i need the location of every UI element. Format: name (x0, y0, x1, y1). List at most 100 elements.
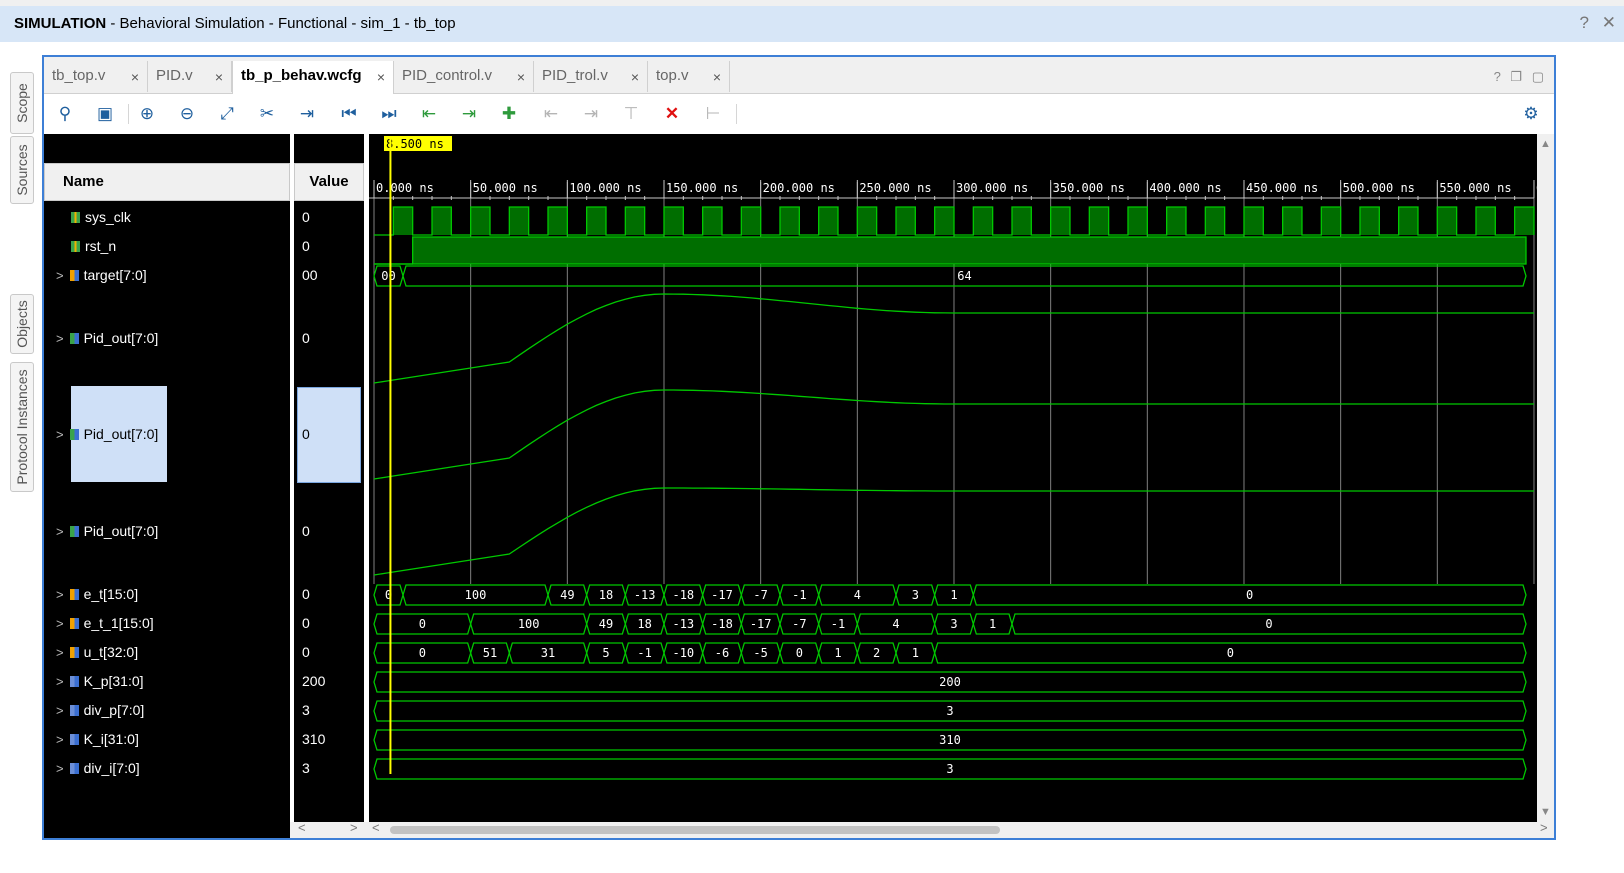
time-tick-label: 300.000 ns (956, 181, 1028, 195)
bit-signal-icon (71, 212, 80, 223)
side-tab-scope[interactable]: Scope (10, 72, 34, 134)
expand-chevron-icon[interactable]: > (56, 645, 64, 660)
waveform-canvas[interactable]: 0.000 ns 50.000 ns 100.000 ns 150.000 ns 200… (369, 134, 1543, 822)
expand-chevron-icon[interactable]: > (56, 587, 64, 602)
target-value-label: 00 (381, 269, 395, 283)
side-tab-objects[interactable]: Objects (10, 294, 34, 354)
scroll-left-icon[interactable]: < (298, 820, 306, 835)
go-to-time-zero-icon[interactable]: ⇥ (294, 102, 320, 126)
restore-icon[interactable]: ❐ (1510, 69, 1522, 84)
name-column-header[interactable]: Name (44, 163, 290, 201)
signal-value: 200 (302, 673, 326, 689)
close-tab-icon[interactable]: × (517, 69, 525, 85)
signal-row[interactable]: sys_clk (71, 209, 131, 225)
signal-value: 00 (302, 267, 318, 283)
window-title-bar: SIMULATION - Behavioral Simulation - Fun… (0, 0, 1624, 42)
expand-chevron-icon[interactable]: > (56, 761, 64, 776)
signal-row[interactable]: > div_i[7:0] (56, 760, 140, 776)
tab-top[interactable]: top.v × (648, 61, 730, 92)
tab-pid[interactable]: PID.v × (148, 61, 232, 92)
expand-chevron-icon[interactable]: > (56, 268, 64, 283)
go-to-last-icon[interactable]: ⏭ (376, 102, 402, 126)
signal-row[interactable]: rst_n (71, 238, 116, 254)
e-t-1-value-label: -1 (831, 617, 845, 631)
signal-row[interactable]: > u_t[32:0] (56, 644, 138, 660)
expand-chevron-icon[interactable]: > (56, 524, 64, 539)
analog-signal-icon (69, 333, 79, 344)
go-to-first-icon[interactable]: ⏮ (336, 102, 362, 126)
waveform-svg[interactable]: 0.000 ns 50.000 ns 100.000 ns 150.000 ns 200… (369, 134, 1543, 822)
bit-signal-icon (71, 241, 80, 252)
scroll-down-icon[interactable]: ▼ (1540, 806, 1551, 818)
cursor-time-label: 8.500 ns (386, 137, 444, 151)
search-icon[interactable]: ⚲ (52, 102, 78, 126)
window-title: SIMULATION - Behavioral Simulation - Fun… (14, 15, 456, 32)
signal-value: 0 (302, 523, 310, 539)
close-icon[interactable]: ✕ (1602, 13, 1616, 32)
analog-signal-icon (69, 526, 79, 537)
zoom-out-icon[interactable]: ⊖ (174, 102, 200, 126)
signal-row[interactable]: > K_p[31:0] (56, 673, 144, 689)
zoom-fit-icon[interactable]: ⤢ (214, 102, 240, 126)
settings-gear-icon[interactable]: ⚙ (1518, 102, 1544, 126)
expand-chevron-icon[interactable]: > (56, 703, 64, 718)
u-t-value-label: 5 (602, 646, 609, 660)
next-transition-icon[interactable]: ⇥ (456, 102, 482, 126)
signal-row-selected[interactable]: > Pid_out[7:0] (56, 426, 158, 442)
vertical-scrollbar[interactable]: ▲ ▼ (1537, 134, 1554, 822)
e-t-1-value-label: 4 (892, 617, 899, 631)
scroll-up-icon[interactable]: ▲ (1540, 138, 1551, 150)
signal-row[interactable]: > Pid_out[7:0] (56, 523, 158, 539)
value-column-header[interactable]: Value (294, 163, 364, 201)
signal-value: 0 (302, 644, 310, 660)
expand-chevron-icon[interactable]: > (56, 331, 64, 346)
zoom-to-cursor-icon[interactable]: ✂ (254, 102, 280, 126)
editor-tab-bar: tb_top.v × PID.v × tb_p_behav.wcfg × PID_co… (44, 57, 1554, 94)
expand-chevron-icon[interactable]: > (56, 732, 64, 747)
tab-pid-control[interactable]: PID_control.v × (394, 61, 534, 92)
signal-value: 0 (302, 330, 310, 346)
signal-row[interactable]: > div_p[7:0] (56, 702, 144, 718)
signal-row[interactable]: > K_i[31:0] (56, 731, 139, 747)
tab-tb-top[interactable]: tb_top.v × (44, 61, 148, 92)
expand-chevron-icon[interactable]: > (56, 616, 64, 631)
expand-chevron-icon[interactable]: > (56, 674, 64, 689)
horizontal-scroll-thumb[interactable] (390, 826, 1000, 834)
signal-row[interactable]: > Pid_out[7:0] (56, 330, 158, 346)
tab-pid-trol[interactable]: PID_trol.v × (534, 61, 648, 92)
previous-transition-icon[interactable]: ⇤ (416, 102, 442, 126)
scroll-right-icon[interactable]: > (1540, 820, 1548, 835)
u-t-value-label: 0 (1227, 646, 1234, 660)
next-marker-icon: ⇥ (583, 104, 599, 123)
horizontal-scrollbar[interactable]: < > < > (290, 820, 1554, 838)
zoom-in-icon[interactable]: ⊕ (134, 102, 160, 126)
close-tab-icon[interactable]: × (713, 69, 721, 85)
scroll-right-icon[interactable]: > (350, 820, 358, 835)
signal-row[interactable]: > target[7:0] (56, 267, 147, 283)
k-i-value-label: 310 (939, 733, 961, 747)
close-tab-icon[interactable]: × (631, 69, 639, 85)
e-t-value-label: 49 (560, 588, 574, 602)
help-icon[interactable]: ? (1494, 69, 1501, 84)
e-t-value-label: 0 (1246, 588, 1253, 602)
expand-chevron-icon[interactable]: > (56, 427, 64, 442)
save-icon[interactable]: ▣ (92, 102, 118, 126)
maximize-icon[interactable]: ▢ (1532, 69, 1544, 84)
close-tab-icon[interactable]: × (131, 69, 139, 85)
e-t-1-value-label: -7 (792, 617, 806, 631)
delete-markers-icon[interactable]: ✕ (659, 102, 685, 126)
close-tab-icon[interactable]: × (215, 69, 223, 85)
scroll-left-icon[interactable]: < (372, 820, 380, 835)
u-t-value-label: -10 (672, 646, 694, 660)
help-icon[interactable]: ? (1580, 13, 1589, 32)
signal-value-list: Value 0 0 00 0 0 0 0 0 0 200 3 310 3 (294, 134, 364, 838)
tab-tb-p-behav-wcfg[interactable]: tb_p_behav.wcfg × (232, 61, 394, 94)
signal-row[interactable]: > e_t[15:0] (56, 586, 138, 602)
side-tab-protocol-instances[interactable]: Protocol Instances (10, 362, 34, 492)
time-tick-label: 100.000 ns (569, 181, 641, 195)
signal-row[interactable]: > e_t_1[15:0] (56, 615, 154, 631)
close-tab-icon[interactable]: × (377, 69, 385, 85)
add-marker-icon[interactable]: ✚ (496, 102, 522, 126)
snap-to-transition-icon: ⊢ (705, 104, 721, 123)
side-tab-sources[interactable]: Sources (10, 136, 34, 204)
